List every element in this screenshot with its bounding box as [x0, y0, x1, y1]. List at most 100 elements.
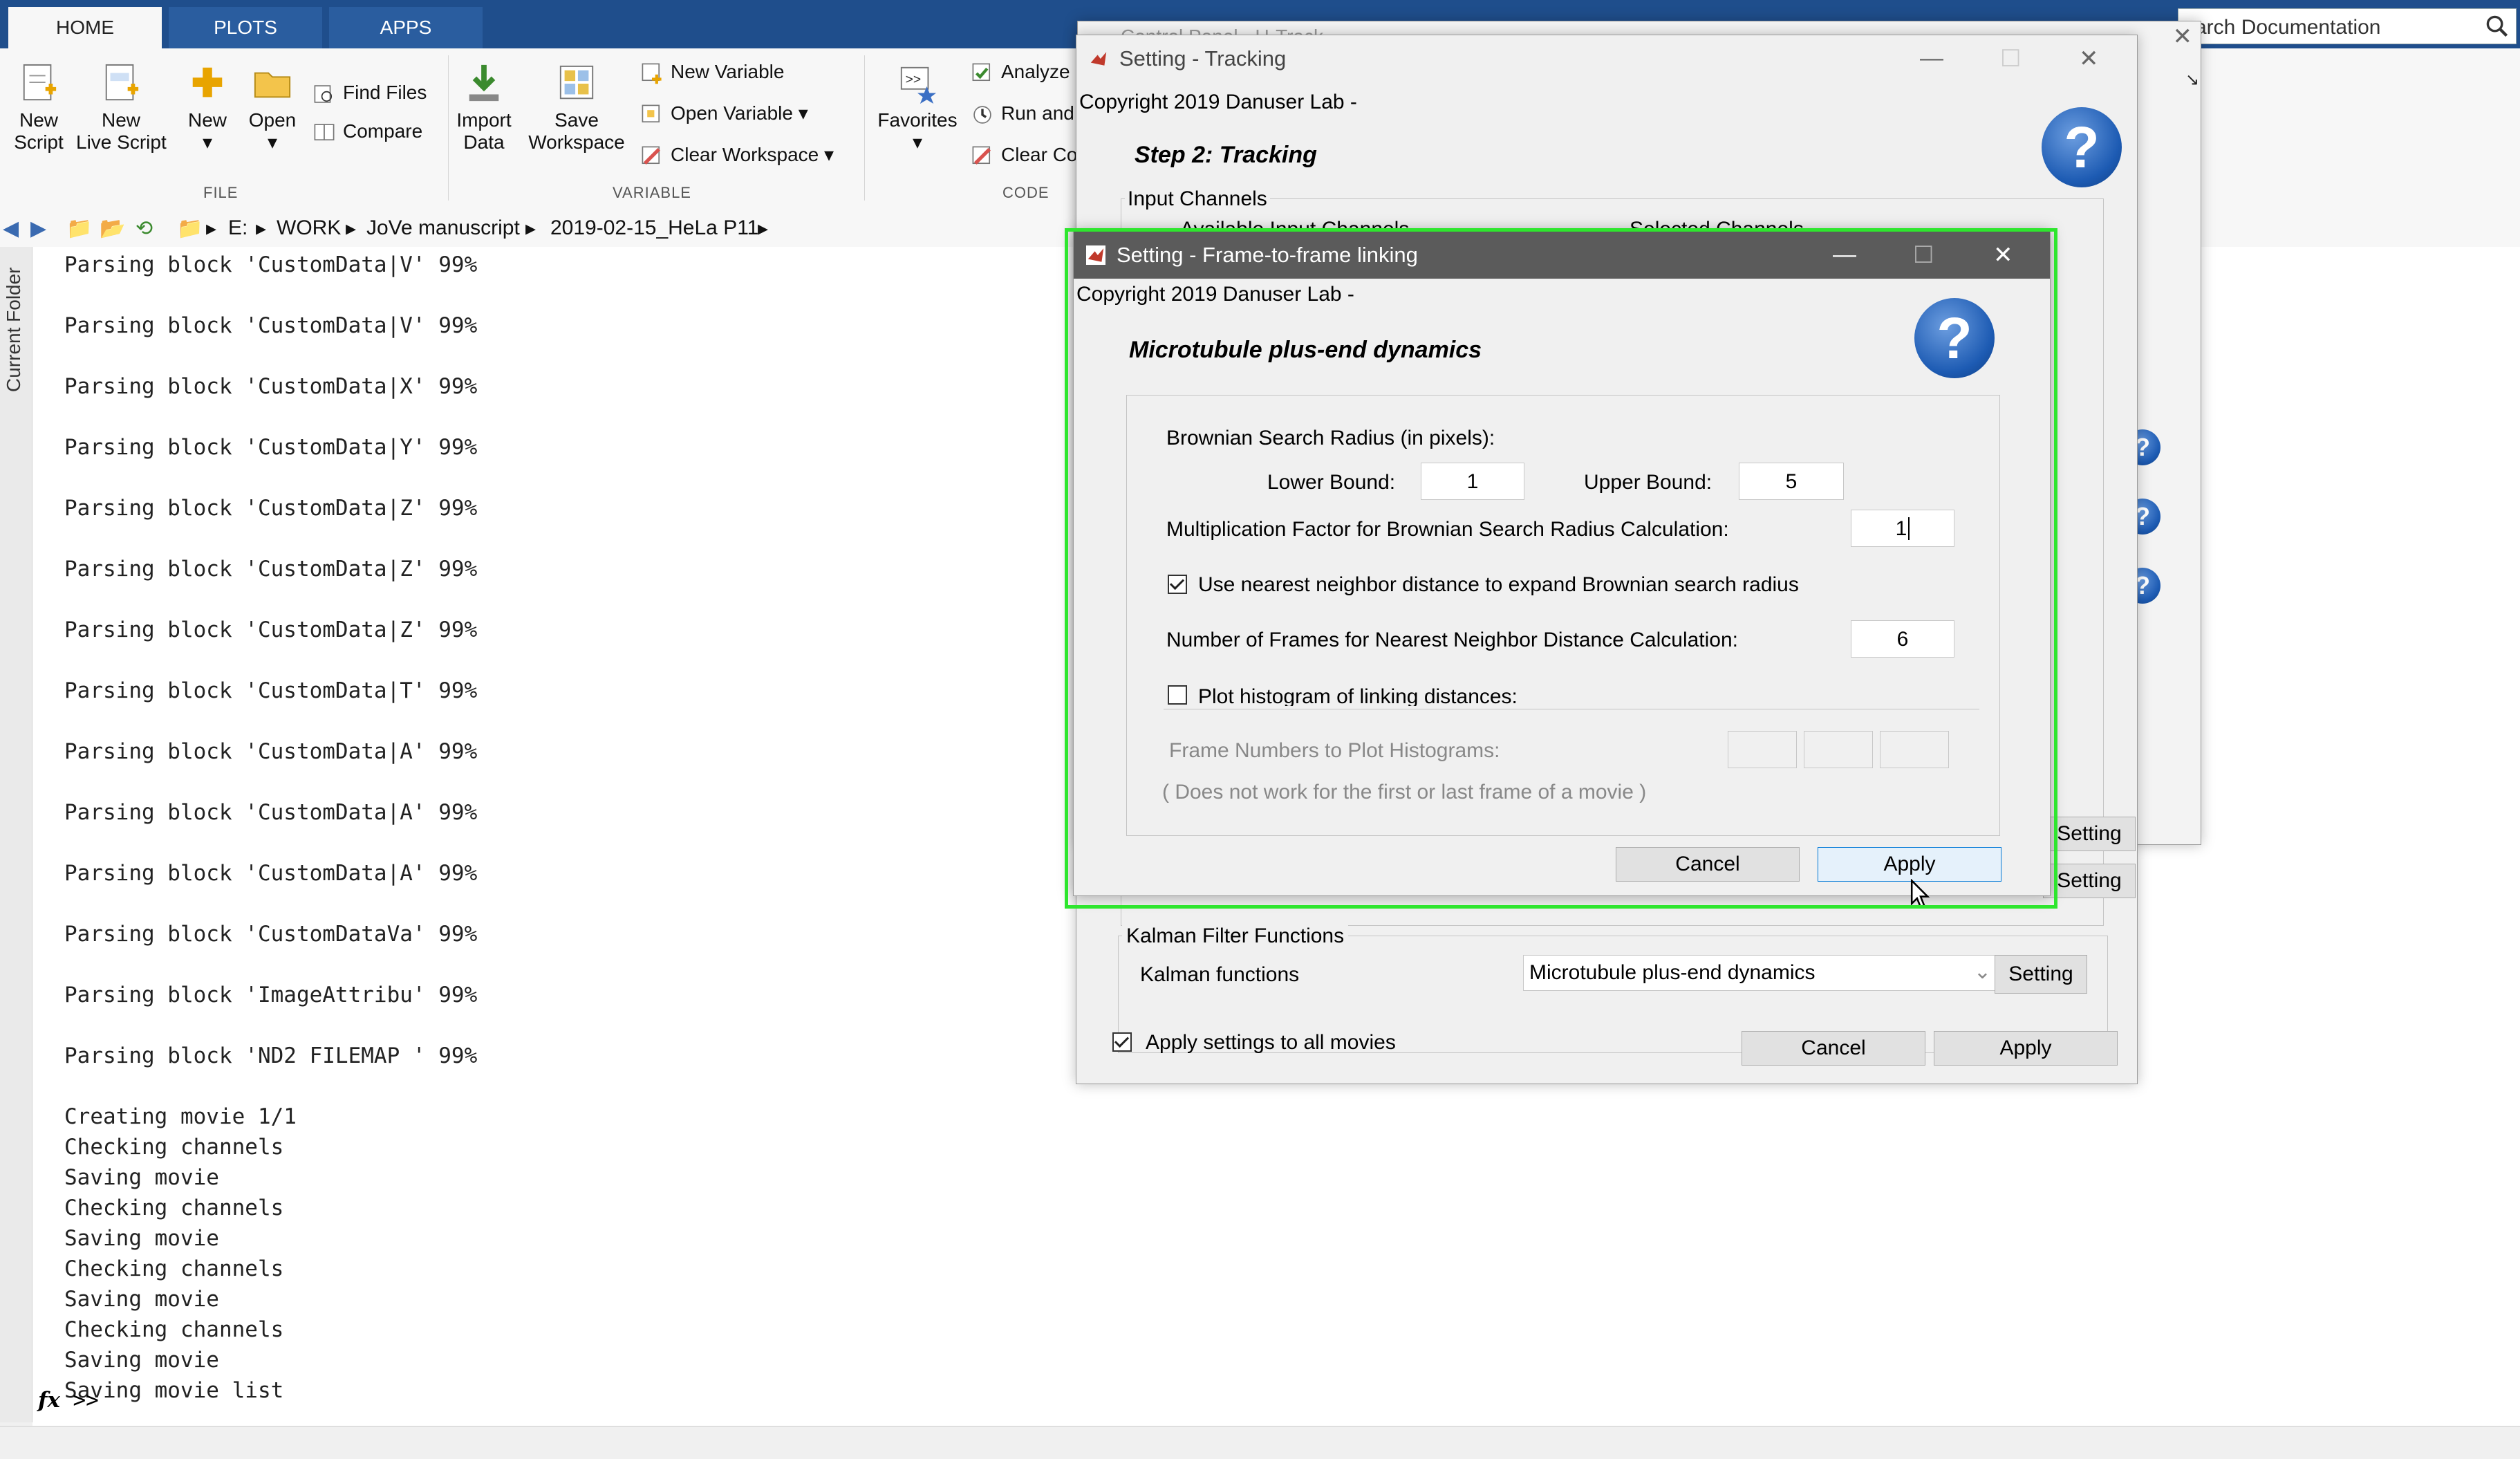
clear-co-label: Clear Co: [1001, 144, 1078, 165]
new-variable-button[interactable]: New Variable: [640, 58, 784, 86]
tracking-apply-button[interactable]: Apply: [1934, 1031, 2118, 1066]
clear-workspace-icon: [642, 146, 661, 165]
new-dropdown-icon[interactable]: ▾: [203, 131, 212, 153]
clear-workspace-label: Clear Workspace ▾: [671, 144, 834, 165]
browse-folder-icon[interactable]: 📂: [100, 216, 125, 241]
console-line: Parsing block 'CustomData|Z' 99%: [64, 496, 478, 521]
breadcrumb-separator-icon[interactable]: ▸: [206, 216, 216, 241]
tab-home[interactable]: HOME: [8, 7, 162, 48]
console-line: Checking channels: [64, 1256, 284, 1281]
console-line: Parsing block 'ImageAttribu' 99%: [64, 983, 478, 1007]
new-variable-icon: [642, 63, 662, 84]
console-line: Parsing block 'CustomData|A' 99%: [64, 800, 478, 825]
tab-plots[interactable]: PLOTS: [169, 7, 322, 48]
kalman-setting-button[interactable]: Setting: [1995, 955, 2087, 994]
analyze-code-button[interactable]: Analyze: [971, 58, 1070, 86]
new-script-button[interactable]: New Script: [10, 62, 68, 154]
current-folder-tab-label[interactable]: Current Folder: [3, 267, 25, 392]
new-live-script-icon: [105, 64, 139, 101]
refresh-icon[interactable]: ⟲: [136, 216, 153, 241]
plus-icon: [192, 67, 223, 97]
tracking-copyright: Copyright 2019 Danuser Lab -: [1079, 91, 1357, 113]
clear-commands-icon: [972, 146, 991, 165]
console-line: Parsing block 'CustomData|V' 99%: [64, 313, 478, 338]
group-code-label: CODE: [1002, 184, 1049, 201]
svg-text:>>: >>: [906, 73, 922, 87]
current-folder-collapsed-panel[interactable]: Current Folder: [0, 247, 32, 1422]
kalman-functions-select[interactable]: Microtubule plus-end dynamics ⌄: [1523, 955, 1997, 991]
open-variable-label: Open Variable ▾: [671, 102, 808, 124]
close-icon[interactable]: ✕: [2173, 23, 2193, 50]
console-line: Creating movie 1/1: [64, 1104, 297, 1129]
search-icon[interactable]: [2485, 15, 2509, 38]
console-line: Parsing block 'CustomData|Z' 99%: [64, 617, 478, 642]
resize-arrow-icon[interactable]: ↘: [2185, 70, 2199, 90]
breadcrumb-jove[interactable]: JoVe manuscript: [366, 216, 520, 240]
new-live-script-label: New Live Script: [76, 109, 167, 153]
new-label: New: [187, 109, 227, 131]
input-channels-label: Input Channels: [1125, 187, 1270, 211]
kalman-functions-label: Kalman functions: [1140, 963, 1300, 986]
console-line: Checking channels: [64, 1317, 284, 1342]
console-line: Parsing block 'CustomData|X' 99%: [64, 374, 478, 399]
breadcrumb-separator-icon[interactable]: ▸: [525, 216, 536, 241]
command-prompt[interactable]: fx >>: [38, 1388, 99, 1413]
compare-label: Compare: [343, 120, 423, 142]
new-button[interactable]: New ▾: [181, 62, 234, 154]
save-workspace-button[interactable]: Save Workspace: [525, 62, 628, 154]
breadcrumb-separator-icon[interactable]: ▸: [758, 216, 768, 241]
console-line: Parsing block 'CustomDataVa' 99%: [64, 922, 478, 947]
fx-icon[interactable]: fx: [38, 1388, 60, 1413]
breadcrumb-separator-icon[interactable]: ▸: [256, 216, 266, 241]
import-data-label: Import Data: [456, 109, 512, 153]
minimize-icon[interactable]: —: [1920, 45, 1943, 72]
open-dropdown-icon[interactable]: ▾: [268, 131, 277, 153]
find-files-button[interactable]: Find Files: [312, 79, 427, 106]
open-variable-button[interactable]: Open Variable ▾: [640, 100, 808, 127]
forward-arrow-icon[interactable]: ▶: [30, 216, 46, 241]
chevron-down-icon[interactable]: ⌄: [1974, 960, 1991, 984]
console-line: Checking channels: [64, 1135, 284, 1160]
breadcrumb-hela[interactable]: 2019-02-15_HeLa P11: [550, 216, 758, 240]
close-icon[interactable]: ✕: [2079, 45, 2099, 73]
group-variable-label: VARIABLE: [613, 184, 691, 201]
new-variable-label: New Variable: [671, 61, 785, 82]
favorites-icon: >>: [900, 66, 937, 104]
breadcrumb-work[interactable]: WORK: [277, 216, 341, 240]
new-live-script-button[interactable]: New Live Script: [76, 62, 167, 154]
breadcrumb-drive[interactable]: E:: [228, 216, 248, 240]
tracking-cancel-button[interactable]: Cancel: [1742, 1031, 1925, 1066]
favorites-dropdown-icon[interactable]: ▾: [913, 131, 922, 153]
import-data-button[interactable]: Import Data: [451, 62, 517, 154]
maximize-icon[interactable]: ☐: [2000, 45, 2021, 73]
folder-icon: [254, 72, 291, 98]
help-icon[interactable]: ?: [2042, 107, 2122, 187]
breadcrumb-separator-icon[interactable]: ▸: [346, 216, 356, 241]
favorites-button[interactable]: >> Favorites ▾: [872, 62, 962, 154]
clear-workspace-button[interactable]: Clear Workspace ▾: [640, 141, 834, 169]
focus-highlight-box: [1065, 228, 2057, 909]
open-button[interactable]: Open ▾: [245, 62, 300, 154]
console-line: Saving movie: [64, 1226, 219, 1251]
favorites-label: Favorites: [877, 109, 958, 131]
root-folder-icon[interactable]: 📁: [177, 216, 203, 241]
run-and-time-button[interactable]: Run and: [971, 100, 1074, 127]
open-label: Open: [248, 109, 297, 131]
back-arrow-icon[interactable]: ◀: [3, 216, 19, 241]
compare-icon: [314, 123, 335, 140]
console-line: Parsing block 'CustomData|A' 99%: [64, 861, 478, 886]
matlab-logo-icon: [1090, 52, 1107, 66]
search-placeholder: arch Documentation: [2195, 16, 2381, 39]
import-data-icon: [469, 64, 499, 102]
find-files-label: Find Files: [343, 82, 427, 103]
console-line: Parsing block 'CustomData|Z' 99%: [64, 557, 478, 582]
tab-apps[interactable]: APPS: [329, 7, 483, 48]
up-folder-icon[interactable]: 📁: [66, 216, 92, 241]
find-files-icon: [314, 84, 333, 103]
tracking-titlebar: Setting - Tracking — ☐ ✕: [1076, 35, 2137, 82]
group-file-label: FILE: [203, 184, 239, 201]
search-documentation-input[interactable]: arch Documentation: [2178, 8, 2517, 44]
compare-button[interactable]: Compare: [312, 118, 422, 145]
clear-commands-button[interactable]: Clear Co: [971, 141, 1077, 169]
apply-all-movies-checkbox[interactable]: [1112, 1032, 1132, 1052]
